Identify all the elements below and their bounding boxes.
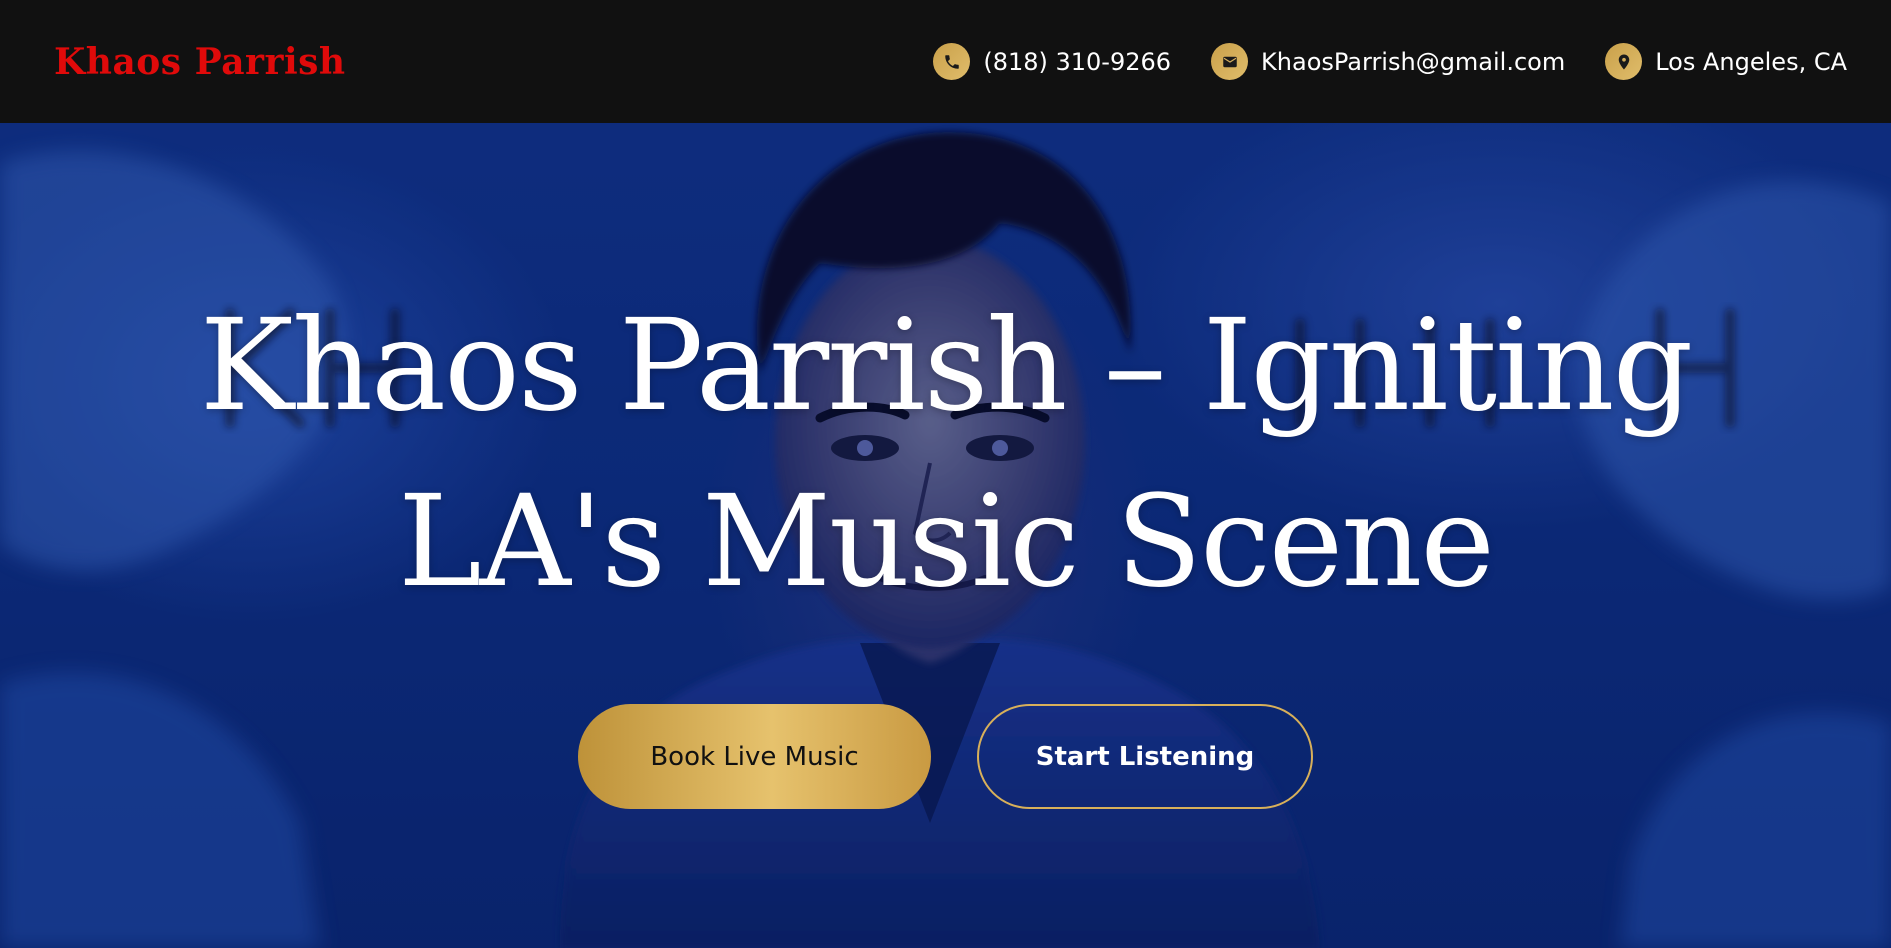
- hero-heading-line2: LA's Music Scene: [398, 468, 1495, 615]
- phone-link[interactable]: (818) 310-9266: [933, 43, 1171, 80]
- hero-heading-line1: Khaos Parrish – Igniting: [199, 292, 1694, 439]
- location-text: Los Angeles, CA: [1655, 47, 1847, 76]
- location-pin-icon: [1605, 43, 1643, 80]
- hero-heading: Khaos Parrish – Igniting LA's Music Scen…: [0, 278, 1891, 630]
- email-link[interactable]: KhaosParrish@gmail.com: [1211, 43, 1565, 80]
- contact-info: (818) 310-9266 KhaosParrish@gmail.com Lo…: [893, 43, 1847, 80]
- phone-icon: [933, 43, 971, 80]
- top-bar: Khaos Parrish (818) 310-9266 KhaosParris…: [0, 0, 1891, 123]
- mail-icon: [1211, 43, 1249, 80]
- book-live-music-button[interactable]: Book Live Music: [578, 704, 931, 809]
- start-listening-button[interactable]: Start Listening: [977, 704, 1313, 809]
- site-logo[interactable]: Khaos Parrish: [54, 41, 346, 83]
- email-address: KhaosParrish@gmail.com: [1261, 47, 1566, 76]
- hero-section: Khaos Parrish – Igniting LA's Music Scen…: [0, 123, 1891, 948]
- hero-buttons: Book Live Music Start Listening: [0, 704, 1891, 809]
- phone-number: (818) 310-9266: [983, 47, 1172, 76]
- location-link[interactable]: Los Angeles, CA: [1605, 43, 1847, 80]
